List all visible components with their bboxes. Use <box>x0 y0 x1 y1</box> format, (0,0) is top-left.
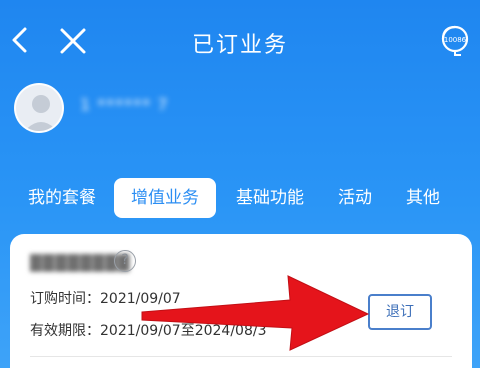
customer-service-icon[interactable]: 10086 <box>440 24 470 58</box>
page-title: 已订业务 <box>191 33 288 58</box>
order-time-label: 订购时间： <box>30 291 100 307</box>
user-avatar-icon <box>24 95 58 131</box>
avatar <box>14 83 64 133</box>
question-mark-icon[interactable]: ? <box>114 250 136 272</box>
service-number: 10086 <box>444 36 467 44</box>
divider <box>30 356 452 357</box>
tab-others[interactable]: 其他 <box>394 178 452 218</box>
tab-activities[interactable]: 活动 <box>326 178 384 218</box>
unsubscribe-button[interactable]: 退订 <box>368 294 432 330</box>
annotation-arrow-icon <box>141 275 370 351</box>
tab-bar: 我的套餐 增值业务 基础功能 活动 其他 <box>0 178 480 220</box>
tab-basic-functions[interactable]: 基础功能 <box>224 178 316 218</box>
header: 已订业务 10086 <box>0 0 480 86</box>
tab-my-plan[interactable]: 我的套餐 <box>16 178 108 218</box>
user-name: 1 ****** 7 <box>80 95 169 114</box>
tab-value-added-services[interactable]: 增值业务 <box>114 178 216 218</box>
validity-label: 有效期限： <box>30 323 100 339</box>
